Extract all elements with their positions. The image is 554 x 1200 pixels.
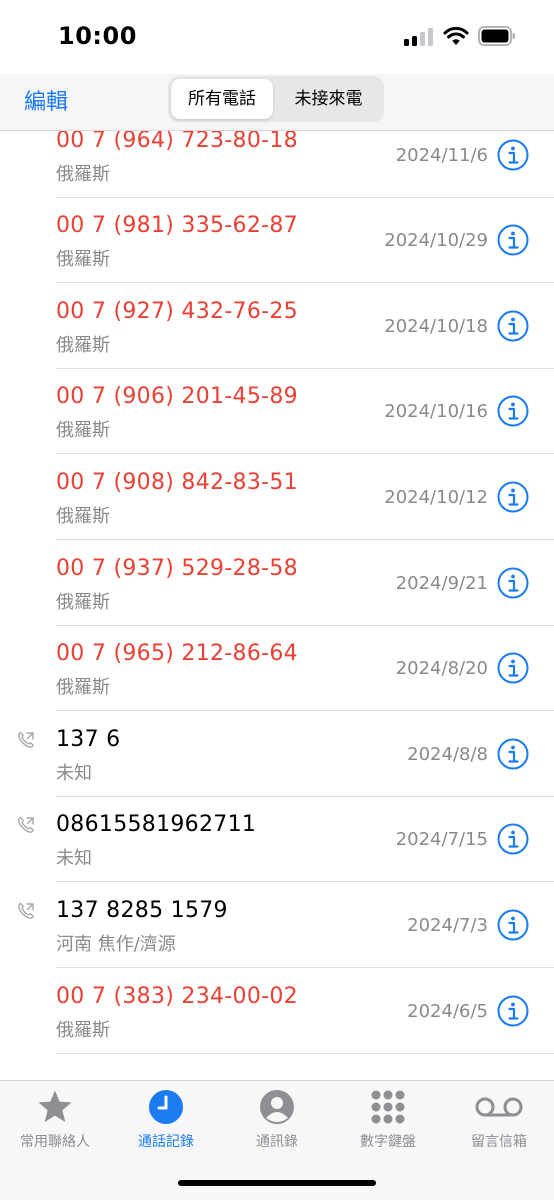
call-number: 137 8285 1579: [56, 898, 228, 923]
call-number: 00 7 (981) 335-62-87: [56, 213, 298, 239]
call-date: 2024/10/12: [384, 487, 488, 508]
info-icon[interactable]: [497, 995, 529, 1027]
tab-keypad-label: 數字鍵盤: [360, 1134, 416, 1150]
info-icon[interactable]: [497, 310, 529, 342]
status-time: 10:00: [58, 22, 137, 50]
call-number: 00 7 (383) 234-00-02: [56, 983, 298, 1009]
call-row[interactable]: 08615581962711 未知 2024/7/15: [0, 796, 554, 883]
call-number: 00 7 (908) 842-83-51: [56, 470, 298, 495]
call-date: 2024/10/18: [384, 315, 488, 337]
star-icon: [38, 1090, 72, 1122]
info-icon[interactable]: [497, 652, 529, 684]
call-label: 河南 焦作/濟源: [56, 934, 176, 955]
call-number: 137 6: [56, 726, 121, 752]
call-row[interactable]: 00 7 (927) 432-76-25 俄羅斯 2024/10/18: [0, 283, 554, 369]
call-date: 2024/9/21: [395, 572, 488, 594]
call-label: 俄羅斯: [56, 1019, 110, 1041]
edit-button[interactable]: 編輯: [24, 84, 68, 116]
nav-header: 編輯 所有電話 未接來電: [0, 74, 554, 131]
call-row[interactable]: 00 7 (937) 529-28-58 俄羅斯 2024/9/21: [0, 540, 554, 626]
call-date: 2024/8/20: [395, 658, 488, 680]
info-icon[interactable]: [497, 139, 529, 171]
info-icon[interactable]: [497, 567, 529, 599]
call-number: 00 7 (937) 529-28-58: [56, 555, 298, 581]
battery-icon: [478, 26, 515, 46]
outgoing-call-icon: [18, 902, 34, 919]
info-icon[interactable]: [497, 909, 529, 941]
call-date: 2024/10/16: [384, 401, 488, 423]
call-row[interactable]: 00 7 (908) 842-83-51 俄羅斯 2024/10/12: [0, 454, 554, 540]
row-separator: [56, 1052, 554, 1054]
call-row[interactable]: 137 8285 1579 河南 焦作/濟源 2024/7/3: [0, 882, 554, 968]
tab-keypad[interactable]: 數字鍵盤: [333, 1089, 443, 1153]
info-icon[interactable]: [497, 395, 529, 427]
call-label: 俄羅斯: [56, 677, 110, 699]
segment-all-calls[interactable]: 所有電話: [171, 79, 273, 119]
call-date: 2024/6/5: [407, 1000, 488, 1022]
call-label: 俄羅斯: [56, 591, 110, 613]
wifi-icon: [443, 26, 469, 45]
status-bar: 10:00: [0, 0, 554, 74]
call-row[interactable]: 00 7 (981) 335-62-87 俄羅斯 2024/10/29: [0, 197, 554, 284]
call-label: 俄羅斯: [56, 506, 110, 527]
call-row[interactable]: 00 7 (906) 201-45-89 俄羅斯 2024/10/16: [0, 368, 554, 455]
info-icon[interactable]: [497, 481, 529, 513]
tab-favorites-label: 常用聯絡人: [20, 1134, 90, 1150]
clock-icon: [149, 1090, 183, 1124]
call-label: 俄羅斯: [56, 334, 110, 356]
call-date: 2024/10/29: [384, 230, 488, 252]
call-history-list[interactable]: 未知2024/11/1300 7 (964) 723-80-18俄羅斯2024/…: [0, 78, 554, 1080]
call-number: 00 7 (906) 201-45-89: [56, 384, 298, 410]
voicemail-icon: [475, 1097, 523, 1117]
info-icon[interactable]: [497, 738, 529, 770]
call-row[interactable]: 00 7 (383) 234-00-02 俄羅斯 2024/6/5: [0, 968, 554, 1054]
person-icon: [260, 1090, 294, 1124]
call-number: 08615581962711: [56, 812, 257, 838]
call-number: 00 7 (964) 723-80-18: [56, 127, 298, 153]
call-label: 俄羅斯: [56, 420, 110, 442]
call-number: 00 7 (965) 212-86-64: [56, 641, 298, 667]
call-date: 2024/11/6: [395, 144, 488, 166]
call-label: 俄羅斯: [56, 249, 110, 271]
call-label: 未知: [56, 762, 92, 784]
call-label: 俄羅斯: [56, 163, 110, 185]
tab-contacts[interactable]: 通訊錄: [222, 1089, 332, 1153]
tab-recents[interactable]: 通話記錄: [111, 1089, 221, 1153]
call-label: 未知: [56, 848, 92, 870]
outgoing-call-icon: [18, 731, 34, 748]
call-filter-segmented-control: 所有電話 未接來電: [168, 76, 384, 122]
call-date: 2024/7/3: [407, 915, 488, 936]
call-row[interactable]: 00 7 (965) 212-86-64 俄羅斯 2024/8/20: [0, 625, 554, 712]
call-row[interactable]: 137 6 未知 2024/8/8: [0, 711, 554, 797]
keypad-icon: [371, 1090, 405, 1124]
cellular-signal-icon: [404, 28, 434, 46]
tab-voicemail-label: 留言信箱: [471, 1134, 527, 1150]
call-number: 00 7 (927) 432-76-25: [56, 298, 298, 324]
tab-voicemail[interactable]: 留言信箱: [444, 1089, 554, 1153]
segment-missed-calls[interactable]: 未接來電: [276, 79, 381, 119]
info-icon[interactable]: [497, 224, 529, 256]
info-icon[interactable]: [497, 823, 529, 855]
tab-favorites[interactable]: 常用聯絡人: [0, 1089, 110, 1153]
tab-recents-label: 通話記錄: [138, 1134, 194, 1150]
outgoing-call-icon: [18, 817, 34, 834]
home-indicator: [178, 1180, 376, 1186]
call-date: 2024/7/15: [395, 829, 488, 851]
tab-contacts-label: 通訊錄: [256, 1134, 298, 1150]
call-date: 2024/8/8: [407, 743, 488, 765]
